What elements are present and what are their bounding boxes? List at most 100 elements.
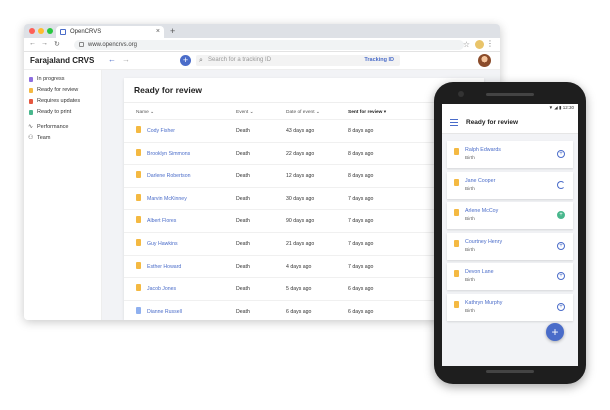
app-forward-arrow-icon[interactable]: →: [122, 55, 130, 64]
table-row[interactable]: Cody FisherDeath43 days ago8 days agoRev: [124, 119, 489, 141]
menu-icon[interactable]: [450, 119, 458, 126]
browser-profile-icon[interactable]: [475, 40, 484, 49]
mobile-add-button[interactable]: +: [546, 323, 564, 341]
sidebar-item-label: Performance: [37, 124, 69, 130]
record-name[interactable]: Esther Howard: [147, 264, 181, 270]
record-event: Death: [236, 218, 250, 225]
sidebar-item[interactable]: ⚇ Team: [24, 133, 101, 144]
browser-reload-icon[interactable]: ↻: [54, 40, 60, 48]
window-minimize-dot[interactable]: [38, 28, 44, 34]
window-maximize-dot[interactable]: [47, 28, 53, 34]
record-date: 5 days ago: [286, 286, 312, 293]
table-row[interactable]: Albert FloresDeath90 days ago7 days agoR…: [124, 209, 489, 231]
record-name[interactable]: Marvin McKinney: [147, 196, 187, 202]
review-card: Ready for review Name ⌄ Event ⌄ Date of …: [124, 78, 489, 320]
record-sent: 8 days ago: [348, 128, 374, 134]
column-header-sent[interactable]: Sent for review ▾: [348, 110, 386, 115]
table-row[interactable]: Darlene Robertson Death 12 days ago 8 days …: [124, 164, 489, 186]
record-name[interactable]: Darlene Robertson: [147, 173, 191, 179]
browser-forward-icon[interactable]: →: [41, 40, 48, 47]
record-name[interactable]: Cody Fisher: [147, 128, 175, 134]
sidebar-item-label: Requires updates: [37, 98, 81, 104]
column-header-date[interactable]: Date of event ⌄: [286, 110, 320, 115]
status-square-icon: [29, 110, 33, 115]
search-type-selector[interactable]: Tracking ID: [364, 55, 394, 66]
mobile-record-event: Birth: [465, 247, 475, 253]
sidebar-item[interactable]: Requires updates: [24, 96, 101, 107]
mobile-record-name[interactable]: Courtney Henry: [465, 239, 502, 245]
table-row[interactable]: Marvin McKinney Death 30 days ago 7 days ag…: [124, 186, 489, 209]
column-header-name[interactable]: Name ⌄: [136, 110, 154, 115]
user-avatar[interactable]: [478, 54, 491, 67]
mobile-list-item[interactable]: Jane Cooper Birth: [447, 171, 573, 199]
table-row[interactable]: Brooklyn Simmons Death 22 days ago 8 days a…: [124, 141, 489, 164]
record-sent: 8 days ago: [348, 173, 374, 180]
mobile-list-item[interactable]: Devon Lane Birth +: [447, 263, 573, 290]
browser-window: OpenCRVS × + ← → ↻ www.opencrvs.org ☆ ⋮ …: [24, 24, 500, 320]
add-icon[interactable]: +: [557, 272, 565, 280]
mobile-record-event: Birth: [465, 156, 475, 161]
record-icon: [136, 261, 141, 269]
mobile-record-event: Birth: [465, 186, 475, 192]
mobile-list-item[interactable]: Courtney Henry Birth +: [447, 232, 573, 260]
record-icon: [454, 148, 459, 155]
mobile-record-name[interactable]: Jane Cooper: [465, 178, 495, 184]
mobile-list-item[interactable]: Ralph Edwards Birth +: [447, 141, 573, 168]
sidebar-item[interactable]: Ready to print: [24, 107, 101, 118]
table-row[interactable]: Jacob JonesDeath5 days ago6 days agoRev: [124, 277, 489, 299]
add-icon[interactable]: +: [557, 211, 565, 219]
record-date: 12 days ago: [286, 173, 315, 180]
record-icon: [136, 216, 141, 224]
browser-back-icon[interactable]: ←: [29, 40, 36, 47]
record-name[interactable]: Dianne Russell: [147, 309, 182, 315]
record-sent: 8 days ago: [348, 150, 374, 157]
record-name[interactable]: Guy Hawkins: [147, 241, 178, 247]
record-event: Death: [236, 286, 250, 293]
mobile-record-name[interactable]: Devon Lane: [465, 269, 494, 275]
status-time: 12:30: [562, 105, 574, 110]
mobile-record-name[interactable]: Ralph Edwards: [465, 147, 501, 153]
browser-tab[interactable]: OpenCRVS ×: [56, 26, 164, 38]
tab-title: OpenCRVS: [70, 29, 102, 35]
search-input[interactable]: ⌕ Search for a tracking ID Tracking ID: [196, 55, 400, 66]
address-bar[interactable]: www.opencrvs.org: [74, 40, 464, 50]
column-header-event[interactable]: Event ⌄: [236, 110, 254, 115]
browser-menu-icon[interactable]: ⋮: [486, 39, 494, 48]
new-event-button[interactable]: +: [180, 55, 191, 66]
sidebar-item-label: Ready to print: [37, 109, 72, 115]
browser-tab-bar: OpenCRVS × +: [24, 24, 500, 38]
mobile-record-name[interactable]: Kathryn Murphy: [465, 300, 502, 306]
record-name[interactable]: Albert Flores: [147, 218, 176, 224]
table-row[interactable]: Guy HawkinsDeath21 days ago7 days agoRev: [124, 232, 489, 254]
table-row[interactable]: Dianne RussellDeath6 days ago6 days agoR…: [124, 299, 489, 320]
mobile-list-item[interactable]: Kathryn Murphy Birth +: [447, 293, 573, 321]
sidebar-item[interactable]: ∿ Performance: [24, 122, 101, 133]
window-close-dot[interactable]: [29, 28, 35, 34]
page-title: Ready for review: [134, 85, 203, 95]
mobile-phone-frame: ▼ ◢ ▮ 12:30 Ready for review Ralph Edwar…: [434, 82, 586, 384]
loading-spinner-icon[interactable]: [557, 180, 565, 189]
browser-toolbar: ← → ↻ www.opencrvs.org ☆ ⋮: [24, 38, 500, 52]
app-back-arrow-icon[interactable]: ←: [108, 55, 116, 64]
sidebar-item[interactable]: In progress: [24, 74, 101, 85]
sidebar-item-label: In progress: [37, 76, 65, 82]
record-date: 43 days ago: [286, 128, 315, 134]
record-name[interactable]: Jacob Jones: [147, 286, 176, 292]
add-icon[interactable]: +: [557, 302, 565, 311]
record-event: Death: [236, 150, 250, 157]
app-header: Farajaland CRVS ← → + ⌕ Search for a tra…: [24, 52, 500, 70]
add-icon[interactable]: +: [557, 241, 565, 250]
new-tab-icon[interactable]: +: [170, 24, 175, 38]
record-name[interactable]: Brooklyn Simmons: [147, 151, 190, 157]
status-square-icon: [29, 99, 33, 104]
table-row[interactable]: Esther HowardDeath4 days ago7 days agoRe…: [124, 254, 489, 277]
table-header: Name ⌄ Event ⌄ Date of event ⌄ Sent for …: [124, 108, 484, 118]
bookmark-star-icon[interactable]: ☆: [463, 40, 470, 49]
sidebar-item[interactable]: Ready for review: [24, 85, 101, 96]
add-icon[interactable]: +: [557, 150, 565, 158]
mobile-list-item[interactable]: Arlene McCoy Birth +: [447, 202, 573, 229]
mobile-record-event: Birth: [465, 278, 475, 283]
record-sent: 6 days ago: [348, 286, 374, 293]
mobile-record-name[interactable]: Arlene McCoy: [465, 208, 498, 214]
tab-close-icon[interactable]: ×: [156, 26, 160, 38]
